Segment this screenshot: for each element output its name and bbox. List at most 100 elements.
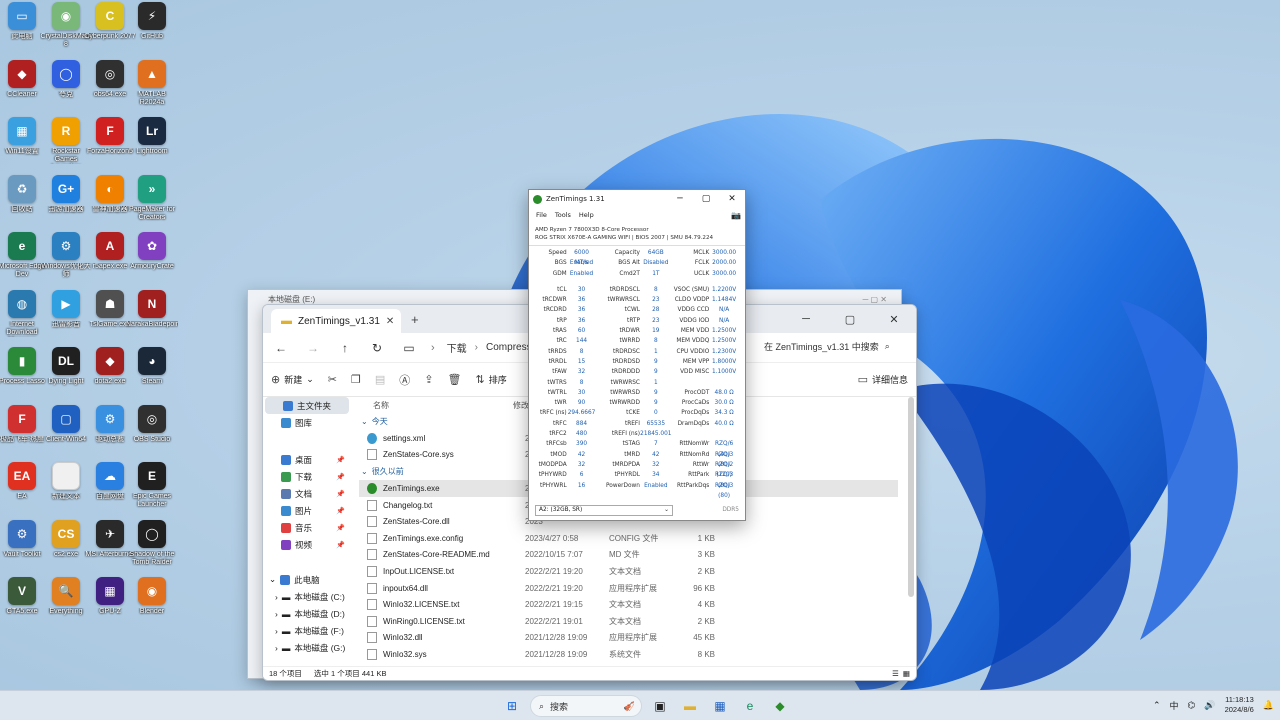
dimm-select[interactable]: A2: (32GB, SR) ⌄: [535, 504, 673, 516]
desktop-icon[interactable]: ◯ 夸克: [44, 59, 88, 116]
desktop-icon[interactable]: ✿ ArmouryCrate: [130, 232, 174, 288]
zentimings-window[interactable]: ZenTimings 1.31 ─ ▢ ✕ File Tools Help 📷 …: [528, 189, 746, 521]
tray-chevron-up-icon[interactable]: ⌃: [1153, 700, 1161, 711]
desktop-icon[interactable]: » PageMaker for Creators: [129, 174, 175, 231]
breadcrumb-downloads[interactable]: 下载: [447, 340, 467, 355]
scrollbar[interactable]: [908, 397, 914, 597]
desktop-icon[interactable]: ⚙ Windows优化大师: [41, 232, 91, 288]
desktop-icon[interactable]: ◍Internet Download Manager: [0, 289, 44, 346]
file-row[interactable]: InpOut.LICENSE.txt 2022/2/21 19:20 文本文档 2 K…: [359, 563, 898, 580]
desktop-icon[interactable]: 新建文本: [44, 462, 88, 518]
close-button[interactable]: ✕: [872, 305, 916, 333]
maximize-button[interactable]: ▢: [828, 305, 872, 333]
file-row[interactable]: WinIo32.LICENSE.txt 2022/2/21 19:15 文本文档 4 …: [359, 596, 898, 613]
share-icon[interactable]: ⇪: [424, 373, 433, 386]
zt-close-button[interactable]: ✕: [719, 190, 745, 208]
col-name[interactable]: 名称: [373, 400, 513, 411]
minimize-button[interactable]: ─: [784, 305, 828, 333]
sidebar-item[interactable]: 视频 📌: [263, 536, 351, 553]
desktop-icon[interactable]: ⚙ 驱动总裁: [88, 404, 132, 461]
menu-tools[interactable]: Tools: [555, 211, 571, 219]
clock[interactable]: 11:18:13 2024/8/6: [1225, 695, 1254, 715]
sidebar-item[interactable]: 音乐 📌: [263, 519, 351, 536]
desktop-icon[interactable]: ⚙ Vault Toolkit: [0, 519, 44, 576]
file-explorer-icon[interactable]: ▬: [678, 694, 702, 718]
desktop-icon[interactable]: ◕ Steam: [130, 347, 174, 403]
camera-icon[interactable]: 📷: [731, 211, 741, 220]
refresh-icon[interactable]: ↻: [367, 341, 387, 355]
back-window-controls[interactable]: ─ ▢ ✕: [863, 295, 901, 304]
desktop-icon[interactable]: ◉ CrystalDiskMark 8: [41, 2, 91, 58]
ime-indicator[interactable]: 中: [1169, 699, 1178, 712]
desktop-icon[interactable]: ▦ GPU-Z: [88, 577, 132, 633]
desktop-icon[interactable]: ▮ Process Lasso: [0, 347, 45, 403]
file-row[interactable]: inpoutx64.dll 2022/2/21 19:20 应用程序扩展 96 KB: [359, 580, 898, 597]
desktop-icon[interactable]: CS cs2.exe: [44, 519, 88, 576]
desktop-icon[interactable]: EA EA: [0, 462, 44, 518]
sidebar-item[interactable]: 主文件夹: [265, 397, 349, 414]
paste-icon[interactable]: ▤: [375, 373, 385, 386]
desktop-icon[interactable]: Ar5apex.exe: [88, 232, 132, 288]
sidebar-this-pc[interactable]: ⌄ 此电脑: [263, 571, 351, 588]
desktop-icon[interactable]: ▦ Win11设置: [0, 117, 44, 173]
desktop-icon[interactable]: ◯ Shadow of the Tomb Raider: [130, 519, 174, 576]
sidebar-item[interactable]: 图库: [263, 414, 351, 431]
notification-bell-icon[interactable]: 🔔: [1263, 700, 1274, 711]
sidebar-drive[interactable]: › ▬ 本地磁盘 (C:): [263, 588, 351, 605]
sidebar-item[interactable]: 图片 📌: [263, 502, 351, 519]
file-row[interactable]: WinIo32.dll 2021/12/28 19:09 应用程序扩展 45 KB: [359, 630, 898, 647]
menu-help[interactable]: Help: [579, 211, 594, 219]
tab-close-icon[interactable]: ✕: [386, 316, 394, 327]
forward-arrow-icon[interactable]: →: [303, 341, 323, 355]
desktop-icon[interactable]: RRockstar Games Launcher: [44, 117, 88, 173]
sort-button[interactable]: ⇅ 排序: [475, 373, 506, 386]
desktop-icon[interactable]: ✈ MSI Afterburner: [85, 519, 135, 576]
tab-zentimings[interactable]: ▬ ZenTimings_v1.31 ✕: [271, 309, 401, 333]
sidebar-item[interactable]: 下载 📌: [263, 468, 351, 485]
desktop-icon[interactable]: ◎ obs64.exe: [88, 59, 132, 116]
zt-maximize-button[interactable]: ▢: [693, 190, 719, 208]
desktop-icon[interactable]: V GTA5.exe: [0, 577, 44, 633]
file-row[interactable]: WinRing0.LICENSE.txt 2022/2/21 19:01 文本文档 2…: [359, 613, 898, 630]
new-button[interactable]: ⊕ 新建 ⌄: [271, 373, 314, 386]
zentimings-taskbar-icon[interactable]: ◆: [768, 694, 792, 718]
sidebar-item[interactable]: 文档 📌: [263, 485, 351, 502]
desktop-icon[interactable]: ◎ OBS Studio: [130, 404, 174, 461]
details-view-icon[interactable]: ☰: [892, 669, 899, 678]
desktop-icon[interactable]: ◉ Blender: [130, 577, 174, 633]
desktop-icon[interactable]: ▭ 此电脑: [0, 2, 44, 58]
back-arrow-icon[interactable]: ←: [271, 341, 291, 355]
desktop-icon[interactable]: ▲ MATLAB R2024a: [130, 59, 174, 116]
desktop-icon[interactable]: N NarakaBladepoint: [126, 289, 178, 346]
taskbar-search[interactable]: ⌕ 搜索 🎻: [530, 695, 642, 717]
volume-icon[interactable]: 🔊: [1204, 700, 1215, 711]
desktop-icon[interactable]: ▢ Client-Win64: [44, 404, 88, 461]
desktop-icon[interactable]: ▶ 迅雷影音: [44, 289, 88, 346]
rename-icon[interactable]: Ⓐ: [399, 372, 410, 388]
network-icon[interactable]: ⌬: [1188, 700, 1196, 711]
file-row[interactable]: ZenStates-Core-README.md 2022/10/15 7:07 M…: [359, 547, 898, 564]
desktop-icon[interactable]: e Microsoft Edge Dev: [0, 232, 45, 288]
details-button[interactable]: ▭ 详细信息: [858, 373, 908, 386]
file-row[interactable]: WinIo32.sys 2021/12/28 19:09 系统文件 8 KB: [359, 646, 898, 663]
desktop-icon[interactable]: 🔍 Everything: [44, 577, 88, 633]
desktop-icon[interactable]: ◆ dota2.exe: [88, 347, 132, 403]
sidebar-drive[interactable]: › ▬ 本地磁盘 (G:): [263, 639, 351, 656]
desktop-icon[interactable]: ◆ CCleaner: [0, 59, 44, 116]
start-button[interactable]: ⊞: [500, 694, 524, 718]
menu-file[interactable]: File: [536, 211, 547, 219]
desktop-icon[interactable]: ◐ 雷神加速器: [88, 174, 132, 231]
col-date[interactable]: 修改: [513, 400, 529, 411]
sidebar-item[interactable]: 桌面 📌: [263, 451, 351, 468]
new-tab-button[interactable]: +: [411, 312, 419, 327]
file-row[interactable]: ZenTimings.exe.config 2023/4/27 0:58 CONFI…: [359, 530, 898, 547]
task-view-icon[interactable]: ▣: [648, 694, 672, 718]
desktop-icon[interactable]: F 极品飞车:热度: [0, 404, 44, 461]
copy-icon[interactable]: ❐: [351, 373, 361, 386]
zt-minimize-button[interactable]: ─: [667, 190, 693, 208]
sidebar-drive[interactable]: › ▬ 本地磁盘 (D:): [263, 605, 351, 622]
tiles-view-icon[interactable]: ▦: [903, 669, 910, 678]
desktop-icon[interactable]: ☁ 百度网盘: [88, 462, 132, 518]
desktop-icon[interactable]: ♻ 回收站: [0, 174, 44, 231]
delete-icon[interactable]: 🗑: [448, 373, 462, 386]
